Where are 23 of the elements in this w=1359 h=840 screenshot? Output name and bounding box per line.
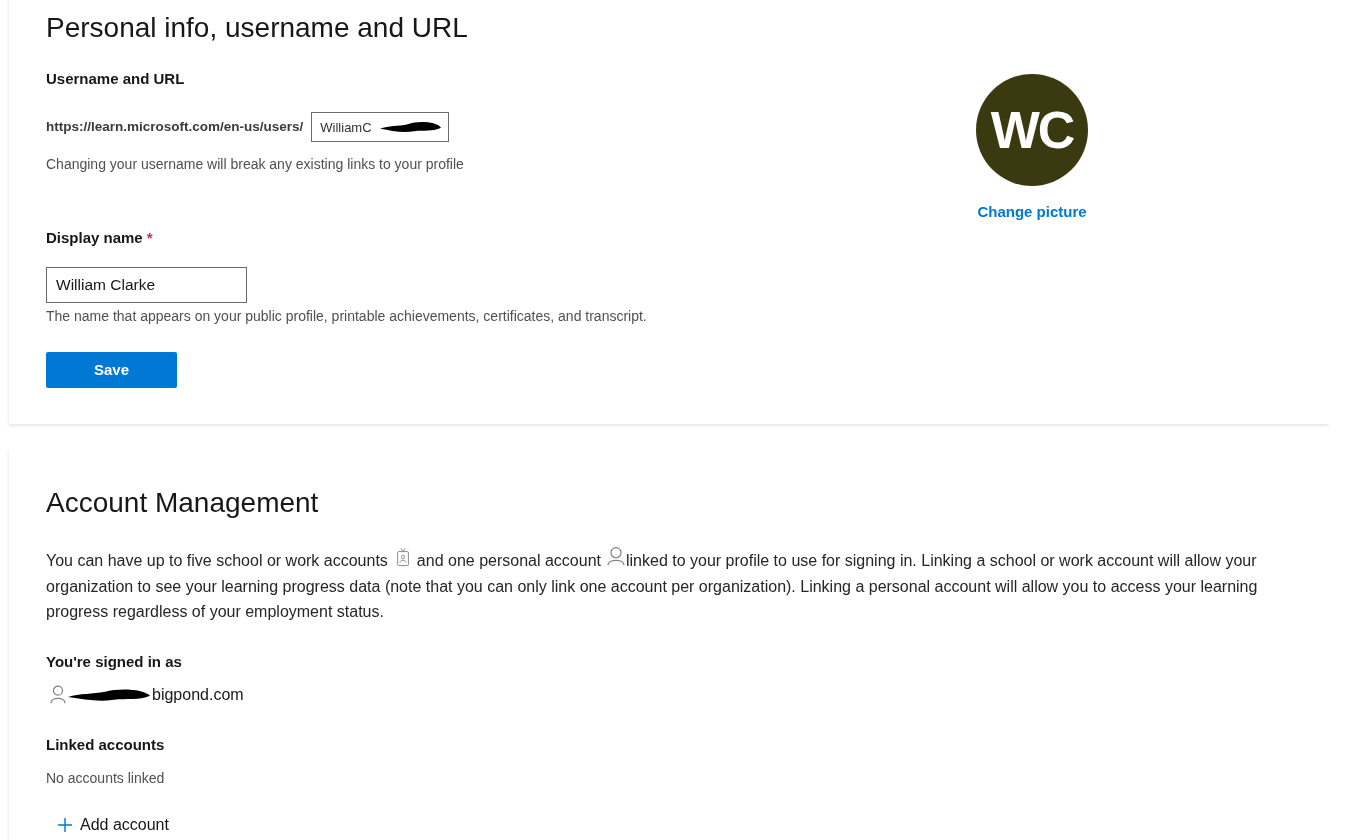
field-hint: The name that appears on your public profile, printable achievements, certificates, and transcript. [46,307,648,325]
section-label: Linked accounts [46,734,166,755]
required-marker: * [146,228,153,248]
change-picture-link[interactable]: Change picture [977,202,1087,222]
username-field[interactable]: WilliamC [311,112,450,142]
person-icon [607,547,625,566]
add-account-button[interactable]: Add account [46,808,181,840]
display-name-field[interactable]: William Clarke [46,267,247,303]
description-text: You can have up to five school or work accounts and one personal account linked to your profile to use for signing in. Linking a school or work account will allow your organization to see your learning progress data (note that you can only link one account per organization). Linking a personal account will allow you to access your learning progress regardless of your employment status. [46,547,1281,625]
section-title: Personal info, username and URL [46,11,469,45]
url-prefix: https://learn.microsoft.com/en-us/users/ [46,117,304,136]
save-button[interactable]: Save [46,352,177,388]
id-badge-icon [396,548,409,566]
account-email: bigpond.com [152,684,244,705]
plus-icon [58,817,72,832]
empty-state-text: No accounts linked [46,768,166,787]
field-label: Display name [46,228,143,248]
person-icon [50,685,66,704]
field-label: Username and URL [46,69,186,89]
section-title: Account Management [46,486,320,520]
avatar: WC [976,74,1088,186]
section-label: You're signed in as [46,651,183,672]
field-hint: Changing your username will break any existing links to your profile [46,155,465,173]
